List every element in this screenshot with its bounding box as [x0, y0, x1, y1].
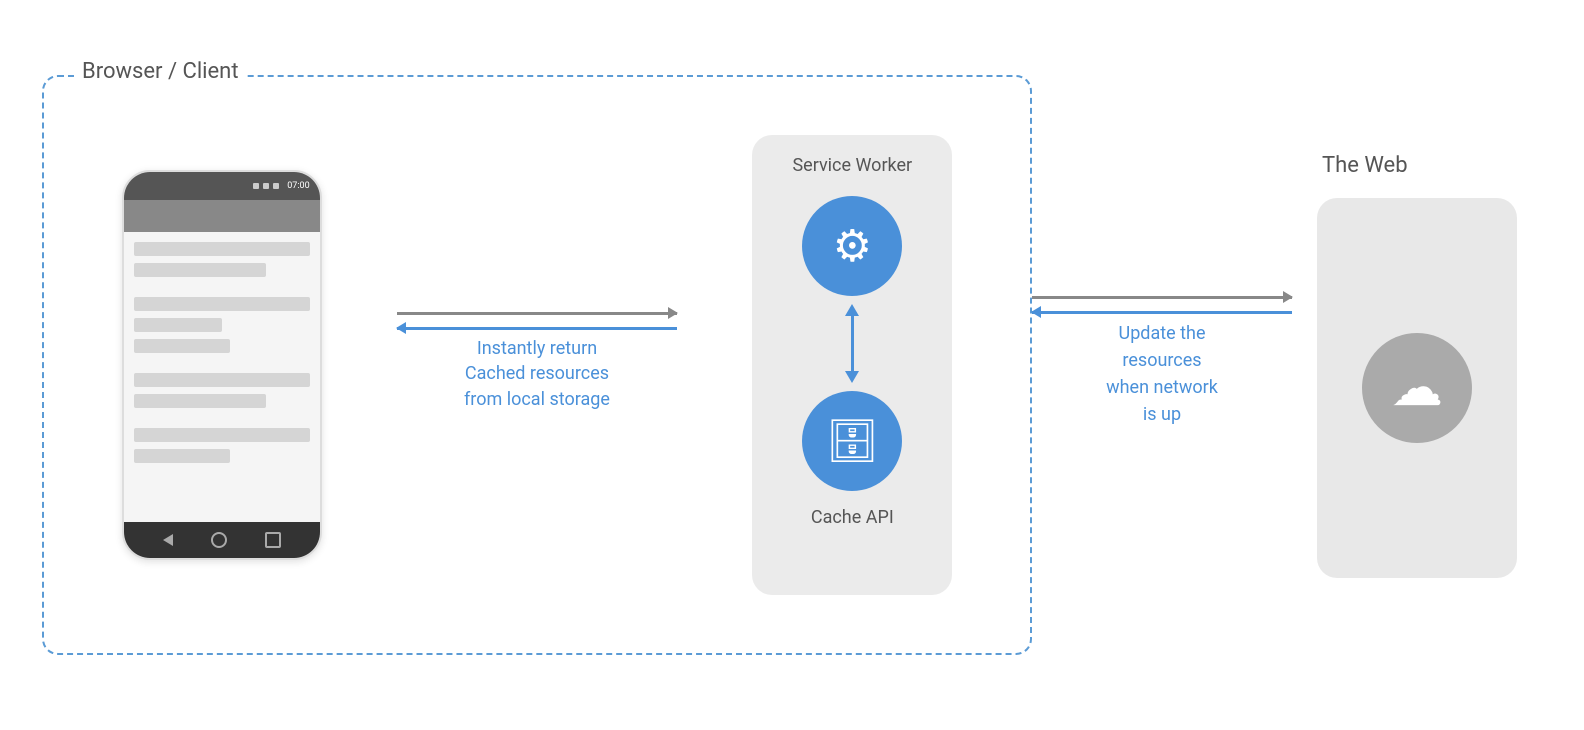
- phone-content: [124, 232, 320, 522]
- update-the-line1: Update the: [1119, 323, 1206, 344]
- browser-client-box: Browser / Client 07:00: [42, 75, 1032, 655]
- service-worker-box: Service Worker ⚙ 🗄 Cache API: [752, 135, 952, 595]
- phone-status-icons: 07:00: [253, 181, 309, 191]
- arrow-from-web: [1032, 311, 1292, 314]
- content-block-7: [134, 394, 266, 408]
- sw-web-arrows: Update the resources when network is up: [1032, 296, 1292, 434]
- content-block-9: [134, 449, 231, 463]
- cloud-icon: ☁: [1391, 357, 1443, 418]
- home-button: [211, 532, 227, 548]
- content-block-1: [134, 242, 310, 256]
- content-block-5: [134, 339, 231, 353]
- service-worker-label: Service Worker: [792, 155, 912, 176]
- spacer-1: [134, 284, 310, 290]
- content-block-8: [134, 428, 310, 442]
- database-icon: 🗄: [826, 417, 879, 466]
- browser-client-label: Browser / Client: [74, 59, 247, 84]
- phone-time: 07:00: [287, 181, 309, 191]
- from-local-storage-line3: from local storage: [464, 389, 610, 410]
- arrow-to-sw: [397, 312, 677, 315]
- wifi-icon: [263, 183, 269, 189]
- update-resources-label: Update the resources when network is up: [1106, 314, 1218, 434]
- up-arrow-head: [845, 304, 859, 316]
- back-button: [163, 534, 173, 546]
- arrow-from-sw: [397, 327, 677, 330]
- right-arrow-to-web: [1032, 296, 1292, 299]
- cache-db-icon-circle: 🗄: [802, 391, 902, 491]
- the-web-label: The Web: [1322, 153, 1408, 178]
- phone-mockup: 07:00: [122, 170, 322, 560]
- content-block-2: [134, 263, 266, 277]
- battery-icon: [273, 183, 279, 189]
- recents-button: [265, 532, 281, 548]
- diagram-container: Browser / Client 07:00: [42, 25, 1542, 705]
- content-block-3: [134, 297, 310, 311]
- sw-vertical-double-arrow: [845, 304, 859, 383]
- arrow-vertical-line: [851, 316, 854, 371]
- down-arrow-head: [845, 371, 859, 383]
- cloud-circle: ☁: [1362, 333, 1472, 443]
- phone-status-bar: 07:00: [124, 172, 320, 200]
- cache-return-label: Instantly return Cached resources from l…: [464, 330, 610, 418]
- the-web-section: The Web ☁: [1292, 153, 1542, 578]
- gears-icon: ⚙: [833, 224, 872, 268]
- service-worker-icon-circle: ⚙: [802, 196, 902, 296]
- when-network-line3: when network: [1106, 377, 1218, 398]
- cached-resources-line2: Cached resources: [465, 363, 609, 384]
- left-arrow-from-web: [1032, 311, 1292, 314]
- phone-toolbar: [124, 200, 320, 232]
- phone-bottom-bar: [124, 522, 320, 558]
- update-resources-line2: resources: [1122, 350, 1201, 371]
- phone-sw-arrows: Instantly return Cached resources from l…: [397, 312, 677, 418]
- left-arrow-line: [397, 327, 677, 330]
- spacer-2: [134, 360, 310, 366]
- right-arrow-line: [397, 312, 677, 315]
- content-block-6: [134, 373, 310, 387]
- spacer-3: [134, 415, 310, 421]
- web-cloud-box: ☁: [1317, 198, 1517, 578]
- arrow-to-web: [1032, 296, 1292, 299]
- signal-icon: [253, 183, 259, 189]
- content-block-4: [134, 318, 222, 332]
- instantly-return-line1: Instantly return: [477, 338, 597, 359]
- cache-api-label: Cache API: [811, 507, 894, 528]
- is-up-line4: is up: [1143, 404, 1181, 425]
